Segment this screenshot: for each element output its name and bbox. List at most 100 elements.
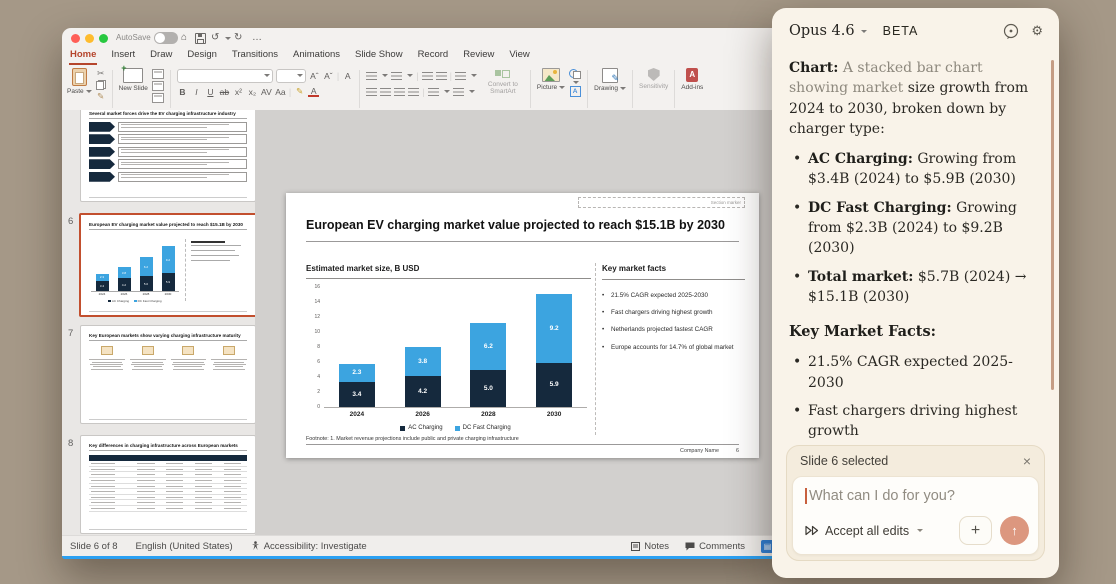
reset-slide-icon[interactable] — [152, 81, 164, 91]
justify-icon[interactable] — [408, 88, 419, 96]
tab-view[interactable]: View — [508, 48, 530, 63]
decrease-font-icon[interactable]: Aˇ — [323, 71, 334, 81]
mini-table — [89, 455, 247, 511]
save-icon[interactable] — [195, 33, 206, 44]
tab-review[interactable]: Review — [462, 48, 495, 63]
panel-scrollbar[interactable] — [1051, 60, 1054, 390]
numbering-icon[interactable] — [391, 72, 402, 80]
addins-button[interactable]: A Add-ins — [681, 66, 703, 91]
slide-layout-icon[interactable] — [152, 69, 164, 79]
slide-canvas: Section marker European EV charging mark… — [256, 110, 782, 535]
increase-font-icon[interactable]: Aˆ — [309, 71, 320, 81]
settings-gear-icon[interactable]: ⚙ — [1031, 23, 1043, 39]
underline-icon[interactable]: U — [205, 87, 216, 97]
paste-button[interactable]: Paste — [67, 66, 92, 95]
line-spacing-icon[interactable] — [455, 72, 466, 80]
shapes-icon[interactable] — [569, 69, 581, 79]
sensitivity-button[interactable]: Sensitivity — [639, 66, 668, 90]
chart-header[interactable]: Estimated market size, B USD — [306, 264, 419, 273]
more-toolbar-icon[interactable]: … — [252, 31, 262, 44]
slide-thumbnail-6[interactable]: European EV charging market value projec… — [79, 213, 256, 317]
key-market-facts-block[interactable]: Key market facts 21.5% CAGR expected 202… — [602, 264, 745, 361]
bold-icon[interactable]: B — [177, 87, 188, 97]
accept-dropdown-chevron[interactable] — [917, 529, 923, 532]
strikethrough-icon[interactable]: ab — [219, 87, 230, 97]
tab-draw[interactable]: Draw — [149, 48, 173, 63]
sensitivity-icon — [648, 68, 660, 81]
comments-toggle[interactable]: Comments — [685, 541, 745, 552]
home-icon[interactable]: ⌂ — [181, 31, 187, 44]
attach-button[interactable]: + — [959, 516, 992, 545]
slide-thumbnail-7[interactable]: Key European markets show varying chargi… — [80, 325, 256, 424]
subscript-icon[interactable]: x₂ — [247, 87, 258, 97]
font-size-select[interactable] — [276, 69, 306, 83]
notes-toggle[interactable]: Notes — [631, 541, 669, 552]
chart-legend: AC ChargingDC Fast Charging — [324, 425, 587, 431]
bar-2028[interactable]: 6.25.0 — [470, 323, 506, 407]
align-left-icon[interactable] — [366, 88, 377, 96]
font-color-icon[interactable]: A — [308, 87, 319, 97]
cut-icon[interactable]: ✂ — [97, 69, 104, 78]
superscript-icon[interactable]: x² — [233, 87, 244, 97]
clear-formatting-icon[interactable]: A — [342, 71, 353, 81]
close-icon[interactable]: × — [1023, 454, 1031, 468]
font-name-select[interactable] — [177, 69, 273, 83]
tab-home[interactable]: Home — [69, 48, 97, 65]
undo-dropdown-chevron[interactable] — [225, 37, 231, 40]
bar-2030[interactable]: 9.25.9 — [536, 294, 572, 407]
align-right-icon[interactable] — [394, 88, 405, 96]
slide-6-editing-surface[interactable]: Section marker European EV charging mark… — [286, 193, 759, 458]
table-header-row — [89, 455, 247, 461]
decrease-indent-icon[interactable] — [422, 72, 433, 80]
close-window-button[interactable] — [71, 34, 80, 43]
zoom-window-button[interactable] — [99, 34, 108, 43]
drawing-button[interactable]: Drawing — [594, 66, 626, 92]
minimize-window-button[interactable] — [85, 34, 94, 43]
text-box-icon[interactable]: A — [570, 86, 581, 97]
new-slide-button[interactable]: New Slide — [119, 66, 148, 92]
align-center-icon[interactable] — [380, 88, 391, 96]
stacked-bar-chart[interactable]: 16141210864202.33.43.84.26.25.09.25.9202… — [306, 285, 591, 437]
bar-2026[interactable]: 3.84.2 — [405, 347, 441, 407]
copy-icon[interactable] — [96, 80, 106, 90]
autosave-label: AutoSave — [116, 33, 151, 42]
slide-section-icon[interactable] — [152, 93, 164, 103]
columns-icon[interactable] — [453, 88, 464, 96]
section-marker-placeholder[interactable]: Section marker — [578, 197, 745, 208]
text-direction-icon[interactable] — [428, 88, 439, 96]
accessibility-status[interactable]: Accessibility: Investigate — [251, 541, 367, 552]
slide-thumbnail[interactable]: Several market forces drive the EV charg… — [80, 110, 256, 202]
autosave-toggle[interactable] — [154, 32, 178, 44]
language-status[interactable]: English (United States) — [136, 541, 233, 552]
bar-2024[interactable]: 2.33.4 — [339, 364, 375, 407]
format-painter-icon[interactable]: ✎ — [97, 92, 104, 101]
slide-thumbnail-8[interactable]: Key differences in charging infrastructu… — [80, 435, 256, 534]
highlight-icon[interactable]: ✎ — [294, 86, 305, 97]
tab-slide-show[interactable]: Slide Show — [354, 48, 404, 63]
model-selector[interactable]: Opus 4.6 — [789, 23, 855, 39]
slide-title[interactable]: European EV charging market value projec… — [306, 218, 741, 232]
undo-icon[interactable]: ↺ — [211, 31, 219, 44]
bullets-icon[interactable] — [366, 72, 377, 80]
chat-history-icon[interactable] — [1003, 23, 1019, 39]
accept-all-edits-button[interactable]: Accept all edits — [805, 524, 923, 538]
tab-animations[interactable]: Animations — [292, 48, 341, 63]
picture-button[interactable]: Picture — [537, 66, 565, 91]
send-button[interactable]: ↑ — [1000, 516, 1029, 545]
arrow-label-shape — [89, 134, 115, 144]
redo-icon[interactable]: ↻ — [234, 31, 242, 44]
tab-design[interactable]: Design — [186, 48, 218, 63]
change-case-icon[interactable]: Aa — [275, 87, 286, 97]
claude-panel: Opus 4.6 BETA ⚙ Chart: A stacked bar cha… — [772, 8, 1059, 578]
increase-indent-icon[interactable] — [436, 72, 447, 80]
tab-record[interactable]: Record — [417, 48, 450, 63]
desktop: AutoSave ⌂ ↺ ↻ … Home Insert Draw Design Tra… — [0, 0, 1116, 584]
bullet-bold-label: DC Fast Charging: — [808, 200, 952, 216]
character-spacing-icon[interactable]: AV — [261, 87, 272, 97]
convert-to-smartart-button[interactable]: Convert to SmartArt — [482, 66, 524, 95]
italic-icon[interactable]: I — [191, 87, 202, 97]
message-input[interactable]: What can I do for you? Accept all edits … — [792, 476, 1039, 555]
tab-insert[interactable]: Insert — [110, 48, 136, 63]
model-dropdown-chevron[interactable] — [861, 30, 867, 33]
tab-transitions[interactable]: Transitions — [231, 48, 279, 63]
